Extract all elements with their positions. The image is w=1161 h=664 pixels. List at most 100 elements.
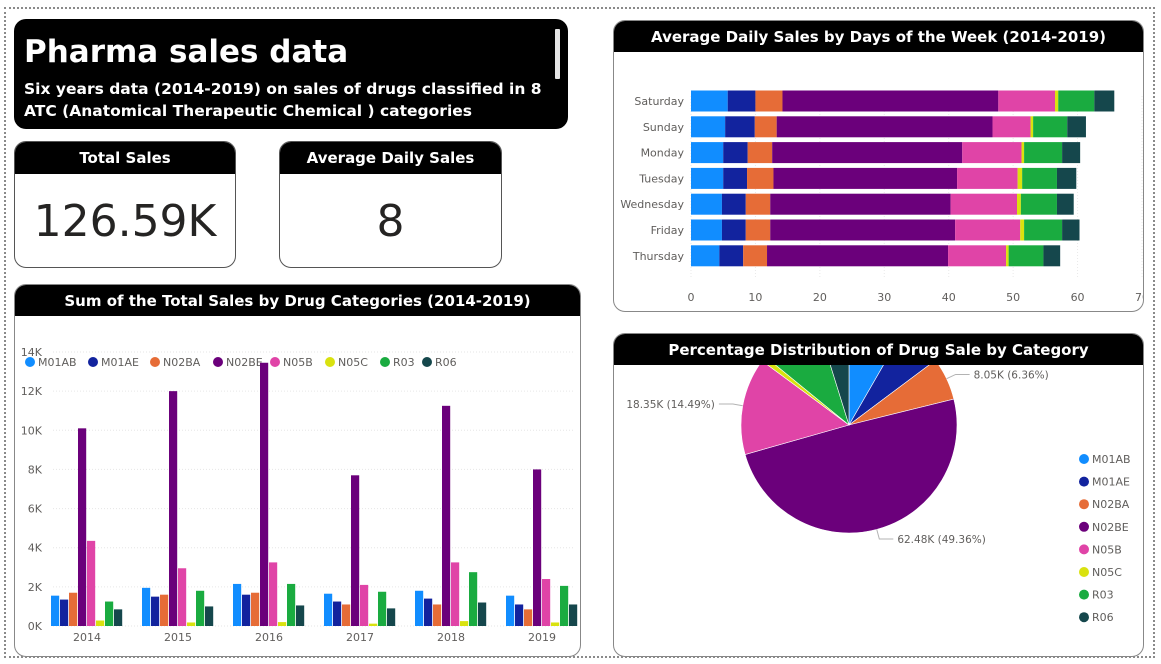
daily-bar-saturday-n02ba[interactable] — [755, 90, 783, 112]
daily-bar-monday-m01ab[interactable] — [691, 142, 724, 164]
yearly-bar-2019-m01ae[interactable] — [515, 604, 524, 626]
daily-bar-sunday-m01ab[interactable] — [691, 116, 726, 138]
yearly-legend-m01ae[interactable]: M01AE — [101, 356, 139, 369]
daily-bar-wednesday-r06[interactable] — [1056, 193, 1074, 215]
daily-bar-tuesday-r03[interactable] — [1022, 167, 1057, 189]
yearly-bar-2015-r03[interactable] — [196, 590, 205, 626]
yearly-bar-2016-n02ba[interactable] — [251, 592, 260, 626]
daily-bar-sunday-n02ba[interactable] — [754, 116, 777, 138]
daily-bar-thursday-r03[interactable] — [1008, 245, 1044, 267]
daily-bar-sunday-n05b[interactable] — [992, 116, 1031, 138]
daily-bar-thursday-m01ae[interactable] — [719, 245, 744, 267]
daily-bar-thursday-n02ba[interactable] — [743, 245, 768, 267]
yearly-bar-2014-n05b[interactable] — [87, 540, 96, 626]
daily-bar-saturday-n05c[interactable] — [1055, 90, 1059, 112]
yearly-bar-2018-n05c[interactable] — [460, 621, 469, 626]
yearly-bar-2017-n05b[interactable] — [360, 584, 369, 626]
yearly-bar-2017-n02be[interactable] — [351, 475, 360, 626]
pie-legend-r03[interactable]: R03 — [1092, 589, 1114, 602]
daily-bar-tuesday-r06[interactable] — [1056, 167, 1077, 189]
daily-bar-friday-n02be[interactable] — [770, 219, 956, 241]
yearly-bar-2015-m01ab[interactable] — [142, 587, 151, 626]
yearly-bar-2015-n02ba[interactable] — [160, 594, 169, 626]
daily-bar-thursday-n02be[interactable] — [767, 245, 949, 267]
yearly-bar-2017-m01ab[interactable] — [324, 593, 333, 626]
yearly-bar-2015-r06[interactable] — [205, 606, 214, 626]
yearly-bar-2016-n05b[interactable] — [269, 562, 278, 626]
pie-legend-n02ba[interactable]: N02BA — [1092, 498, 1130, 511]
daily-bar-saturday-n05b[interactable] — [998, 90, 1056, 112]
daily-bar-thursday-n05b[interactable] — [948, 245, 1007, 267]
daily-bar-sunday-n02be[interactable] — [776, 116, 993, 138]
yearly-legend-r03[interactable]: R03 — [393, 356, 415, 369]
daily-bar-sunday-m01ae[interactable] — [725, 116, 755, 138]
daily-bar-thursday-r06[interactable] — [1043, 245, 1061, 267]
daily-bar-thursday-m01ab[interactable] — [691, 245, 720, 267]
pie-legend-n05c[interactable]: N05C — [1092, 566, 1122, 579]
daily-bar-tuesday-n02be[interactable] — [773, 167, 958, 189]
yearly-bar-2015-n05c[interactable] — [187, 622, 196, 626]
yearly-bar-2019-m01ab[interactable] — [506, 595, 515, 626]
yearly-bar-2017-m01ae[interactable] — [333, 601, 342, 626]
scrollbar[interactable] — [555, 29, 560, 79]
yearly-bar-2014-m01ab[interactable] — [51, 595, 60, 626]
yearly-bar-2019-r06[interactable] — [569, 604, 578, 626]
daily-bar-tuesday-n05b[interactable] — [957, 167, 1018, 189]
daily-bar-friday-n05c[interactable] — [1020, 219, 1025, 241]
daily-bar-tuesday-n02ba[interactable] — [747, 167, 774, 189]
daily-bar-sunday-r03[interactable] — [1033, 116, 1068, 138]
daily-bar-wednesday-n02be[interactable] — [770, 193, 951, 215]
yearly-bar-2018-n02be[interactable] — [442, 405, 451, 626]
daily-bar-wednesday-m01ab[interactable] — [691, 193, 722, 215]
yearly-legend-m01ab[interactable]: M01AB — [38, 356, 77, 369]
yearly-bar-2018-m01ab[interactable] — [415, 590, 424, 626]
yearly-bar-2019-r03[interactable] — [560, 585, 569, 626]
pie-legend-m01ab[interactable]: M01AB — [1092, 453, 1131, 466]
daily-bar-wednesday-r03[interactable] — [1020, 193, 1057, 215]
yearly-bar-2014-n05c[interactable] — [96, 620, 105, 626]
yearly-bar-2014-r06[interactable] — [114, 609, 123, 626]
daily-bar-monday-n02ba[interactable] — [747, 142, 773, 164]
pie-legend-m01ae[interactable]: M01AE — [1092, 476, 1130, 489]
yearly-bar-2019-n02ba[interactable] — [524, 609, 533, 626]
yearly-bar-2019-n05c[interactable] — [551, 622, 560, 626]
daily-bar-friday-r06[interactable] — [1062, 219, 1080, 241]
yearly-bar-2016-r06[interactable] — [296, 605, 305, 626]
daily-bar-sunday-n05c[interactable] — [1030, 116, 1034, 138]
yearly-bar-2016-n02be[interactable] — [260, 362, 269, 626]
yearly-bar-2016-m01ab[interactable] — [233, 583, 242, 626]
yearly-legend-r06[interactable]: R06 — [435, 356, 457, 369]
daily-bar-saturday-n02be[interactable] — [782, 90, 999, 112]
daily-bar-tuesday-m01ae[interactable] — [723, 167, 748, 189]
yearly-bar-2018-n02ba[interactable] — [433, 604, 442, 626]
yearly-bar-2018-r03[interactable] — [469, 572, 478, 626]
yearly-bar-2016-r03[interactable] — [287, 583, 296, 626]
yearly-bar-2015-n02be[interactable] — [169, 391, 178, 626]
daily-bar-tuesday-n05c[interactable] — [1017, 167, 1023, 189]
daily-bar-monday-r06[interactable] — [1062, 142, 1081, 164]
yearly-bar-2017-r03[interactable] — [378, 591, 387, 626]
daily-bar-tuesday-m01ab[interactable] — [691, 167, 724, 189]
yearly-bar-2014-n02ba[interactable] — [69, 592, 78, 626]
yearly-bar-2018-n05b[interactable] — [451, 562, 460, 626]
yearly-bar-2016-m01ae[interactable] — [242, 594, 251, 626]
daily-bar-saturday-m01ae[interactable] — [727, 90, 756, 112]
yearly-bar-2014-n02be[interactable] — [78, 428, 87, 626]
daily-bar-friday-r03[interactable] — [1024, 219, 1063, 241]
daily-bar-friday-m01ab[interactable] — [691, 219, 722, 241]
yearly-bar-2019-n05b[interactable] — [542, 579, 551, 626]
yearly-legend-n02ba[interactable]: N02BA — [163, 356, 201, 369]
daily-bar-wednesday-n02ba[interactable] — [745, 193, 771, 215]
yearly-bar-2018-m01ae[interactable] — [424, 598, 433, 626]
yearly-bar-2014-r03[interactable] — [105, 601, 114, 626]
yearly-bar-2017-n05c[interactable] — [369, 623, 378, 626]
yearly-bar-2015-n05b[interactable] — [178, 568, 187, 626]
yearly-bar-2015-m01ae[interactable] — [151, 596, 160, 626]
daily-bar-saturday-m01ab[interactable] — [691, 90, 728, 112]
daily-bar-monday-n05b[interactable] — [962, 142, 1022, 164]
yearly-bar-2018-r06[interactable] — [478, 602, 487, 626]
daily-bar-saturday-r06[interactable] — [1094, 90, 1115, 112]
yearly-bar-2017-r06[interactable] — [387, 608, 396, 626]
daily-bar-monday-m01ae[interactable] — [723, 142, 748, 164]
daily-bar-thursday-n05c[interactable] — [1006, 245, 1009, 267]
